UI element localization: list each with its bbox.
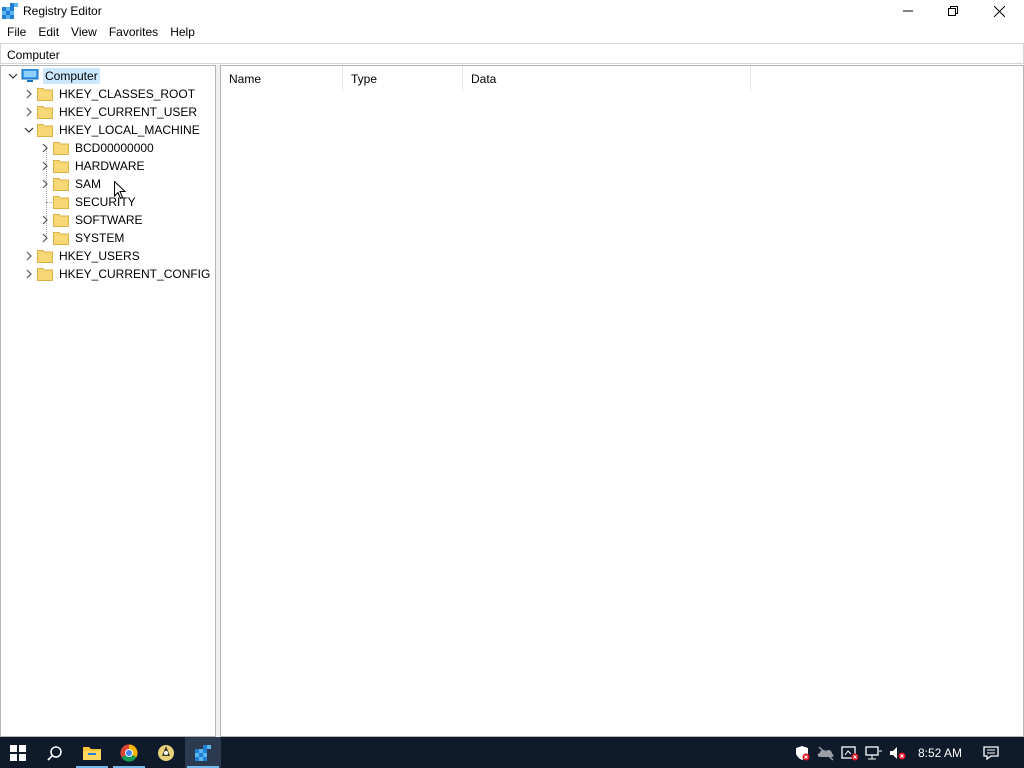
menu-favorites[interactable]: Favorites	[102, 23, 163, 42]
close-button[interactable]	[976, 0, 1022, 22]
search-icon	[47, 745, 62, 761]
window-title: Registry Editor	[23, 4, 102, 18]
folder-icon	[53, 232, 69, 245]
folder-icon	[37, 268, 53, 281]
close-icon	[993, 5, 1005, 17]
notifications-icon[interactable]	[982, 744, 1000, 762]
folder-icon	[37, 250, 53, 263]
menu-file[interactable]: File	[0, 23, 31, 42]
chevron-right-icon[interactable]	[37, 175, 53, 193]
folder-icon	[53, 214, 69, 227]
minimize-button[interactable]	[885, 0, 931, 22]
tree-label: HKEY_LOCAL_MACHINE	[59, 123, 200, 137]
folder-icon	[53, 160, 69, 173]
tree-item-hkey-local-machine[interactable]: HKEY_LOCAL_MACHINE	[21, 121, 202, 139]
mouse-cursor-icon	[114, 181, 126, 200]
folder-icon	[37, 88, 53, 101]
search-button[interactable]	[37, 737, 73, 768]
start-button[interactable]	[0, 737, 36, 768]
tree-label: BCD00000000	[75, 141, 154, 155]
menu-help[interactable]: Help	[163, 23, 200, 42]
tree-item-software[interactable]: SOFTWARE	[37, 211, 145, 229]
column-header-data[interactable]: Data	[463, 66, 751, 91]
tree-label: HARDWARE	[75, 159, 145, 173]
folder-open-icon	[37, 124, 53, 137]
tree-label: SECURITY	[75, 195, 136, 209]
app-icon	[158, 744, 174, 761]
restore-button[interactable]	[930, 0, 976, 22]
menu-edit[interactable]: Edit	[31, 23, 64, 42]
values-list[interactable]: Name Type Data	[220, 65, 1024, 737]
tree-label: SYSTEM	[75, 231, 125, 245]
minimize-icon	[903, 10, 913, 12]
chevron-right-icon[interactable]	[21, 247, 37, 265]
folder-icon	[37, 106, 53, 119]
registry-editor-icon	[2, 3, 18, 19]
tree-item-sam[interactable]: SAM	[37, 175, 103, 193]
file-explorer-button[interactable]	[74, 737, 110, 768]
security-warning-icon[interactable]	[793, 744, 811, 762]
file-explorer-icon	[83, 746, 101, 760]
tree-item-computer[interactable]: Computer	[5, 67, 100, 85]
tree-item-hkey-current-config[interactable]: HKEY_CURRENT_CONFIG	[21, 265, 212, 283]
folder-icon	[53, 142, 69, 155]
tree-label: HKEY_USERS	[59, 249, 140, 263]
onedrive-offline-icon[interactable]	[817, 744, 835, 762]
tree-pane[interactable]: Computer HKEY_CLASSES_ROOT HKEY_CURRENT_…	[0, 65, 216, 737]
tree-item-hardware[interactable]: HARDWARE	[37, 157, 147, 175]
chevron-right-icon[interactable]	[37, 229, 53, 247]
menu-view[interactable]: View	[64, 23, 102, 42]
chevron-right-icon[interactable]	[37, 139, 53, 157]
restore-icon	[948, 6, 958, 16]
chevron-right-icon[interactable]	[21, 85, 37, 103]
tree-label: HKEY_CLASSES_ROOT	[59, 87, 196, 101]
chevron-right-icon[interactable]	[21, 103, 37, 121]
tree-label: SOFTWARE	[75, 213, 143, 227]
volume-muted-icon[interactable]	[889, 744, 907, 762]
column-header-name[interactable]: Name	[221, 66, 343, 91]
tree-item-hkey-classes-root[interactable]: HKEY_CLASSES_ROOT	[21, 85, 197, 103]
tree-item-hkey-current-user[interactable]: HKEY_CURRENT_USER	[21, 103, 199, 121]
tree-item-bcd00000000[interactable]: BCD00000000	[37, 139, 156, 157]
registry-editor-icon	[195, 744, 211, 761]
chrome-button[interactable]	[111, 737, 147, 768]
tree-item-hkey-users[interactable]: HKEY_USERS	[21, 247, 142, 265]
tree-item-system[interactable]: SYSTEM	[37, 229, 126, 247]
chevron-down-icon[interactable]	[5, 67, 21, 85]
chevron-down-icon[interactable]	[21, 121, 37, 139]
tree-label: HKEY_CURRENT_CONFIG	[59, 267, 211, 281]
menu-bar: File Edit View Favorites Help	[0, 23, 1024, 42]
folder-icon	[53, 196, 69, 209]
tree-label-computer: Computer	[43, 68, 100, 84]
taskbar: 8:52 AM	[0, 737, 1024, 768]
tree-label: SAM	[75, 177, 102, 191]
column-header-type[interactable]: Type	[343, 66, 463, 91]
title-bar: Registry Editor	[0, 0, 1024, 22]
address-bar[interactable]: Computer	[0, 43, 1024, 64]
clock[interactable]: 8:52 AM	[918, 746, 962, 760]
device-warning-icon[interactable]	[841, 744, 859, 762]
chrome-icon	[120, 744, 138, 762]
chevron-right-icon[interactable]	[37, 157, 53, 175]
windows-logo-icon	[10, 744, 26, 761]
tree-label: HKEY_CURRENT_USER	[59, 105, 198, 119]
computer-icon	[21, 69, 39, 82]
network-icon[interactable]	[865, 744, 883, 762]
app-button[interactable]	[148, 737, 184, 768]
chevron-right-icon[interactable]	[21, 265, 37, 283]
registry-editor-taskbar-button[interactable]	[185, 737, 221, 768]
folder-icon	[53, 178, 69, 191]
address-path: Computer	[7, 48, 60, 62]
chevron-right-icon[interactable]	[37, 211, 53, 229]
